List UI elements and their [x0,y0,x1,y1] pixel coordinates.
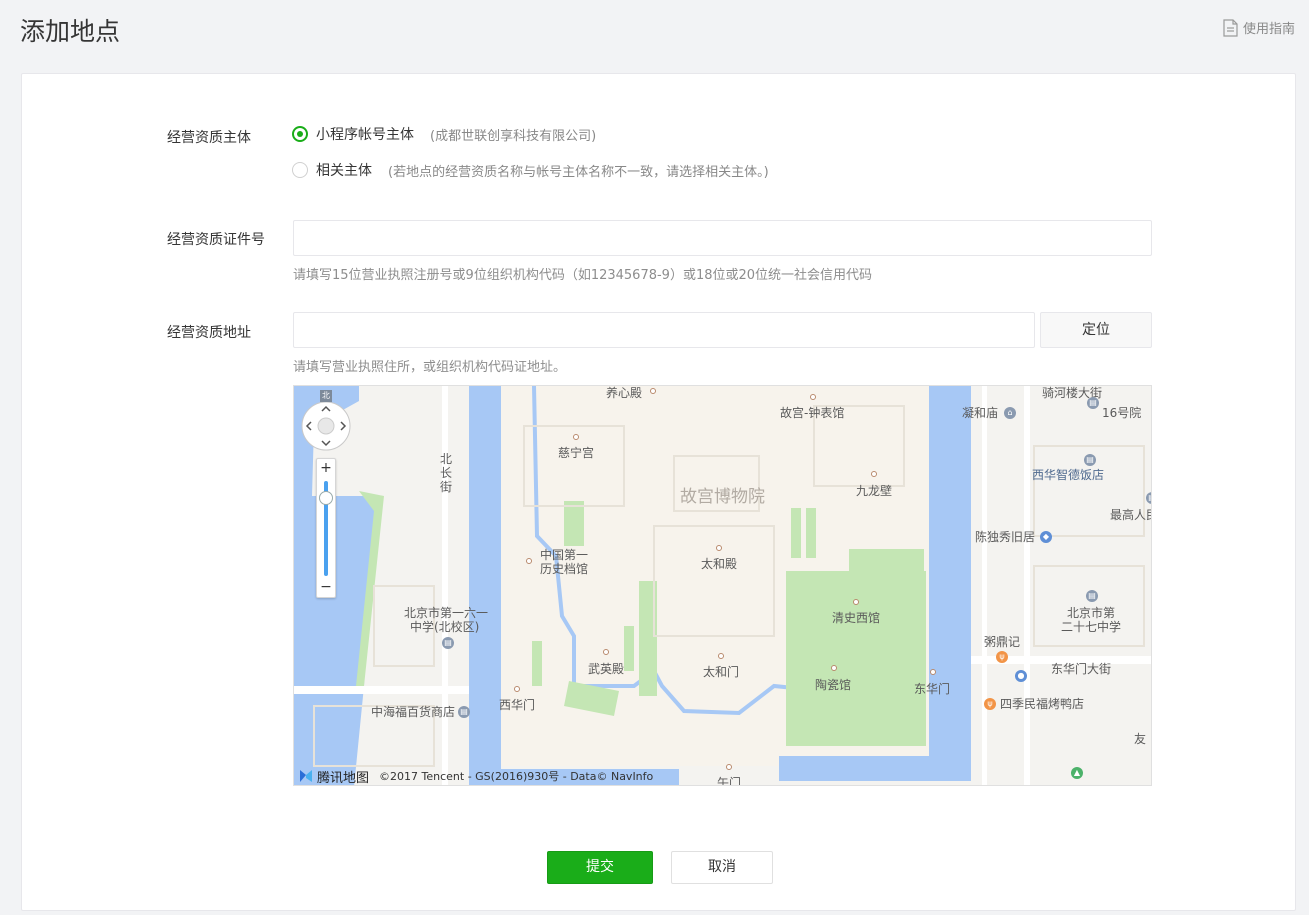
poi-dot [573,434,579,440]
poi-dot [853,599,859,605]
map-zoom-control[interactable]: + − [316,458,336,598]
poi-label[interactable]: 太和殿 [701,557,737,571]
poi-label[interactable]: 中海福百货商店 [371,705,455,719]
poi-label[interactable]: 陈独秀旧居 [975,530,1035,544]
poi-label[interactable]: 最高人民 [1110,508,1151,522]
radio-related-entity-label: 相关主体 [316,163,372,179]
school-icon: ▤ [442,637,454,649]
bus-stop-icon: ● [1015,670,1027,682]
poi-label[interactable]: 慈宁宫 [558,446,594,460]
map-view[interactable]: 养心殿 故宫-钟表馆 凝和庙 ⌂ 骑河楼大街 ▤ 16号院 慈宁宫 故宫博物院 … [293,385,1152,786]
form-card: 经营资质主体 小程序帐号主体 (成都世联创享科技有限公司) 相关主体 (若地点的… [21,73,1296,911]
radio-account-entity-note: (成都世联创享科技有限公司) [430,128,597,144]
poi-label[interactable]: 东华门 [914,682,950,696]
page-title: 添加地点 [20,17,121,46]
school-icon: ▤ [1086,590,1098,602]
poi-dot [526,558,532,564]
poi-dot [514,686,520,692]
poi-label[interactable]: 粥鼎记 [984,635,1020,649]
poi-label[interactable]: 历史档馆 [540,562,588,576]
building-icon: ▤ [1087,397,1099,409]
map-footer: 腾讯地图 ©2017 Tencent - GS(2016)930号 - Data… [294,767,1151,785]
poi-dot [930,669,936,675]
entity-label: 经营资质主体 [167,130,251,146]
radio-unchecked-icon[interactable] [292,162,308,178]
restaurant-icon: ψ [984,698,996,710]
locate-button[interactable]: 定位 [1040,312,1152,348]
poi-dot [718,653,724,659]
restaurant-icon: ψ [996,651,1008,663]
radio-account-entity[interactable]: 小程序帐号主体 (成都世联创享科技有限公司) [292,125,597,144]
document-icon [1223,18,1238,37]
building-icon: ▤ [1146,492,1151,504]
license-label: 经营资质证件号 [167,232,265,248]
poi-dot [810,394,816,400]
poi-dot [871,471,877,477]
poi-label[interactable]: 西华门 [499,698,535,712]
zoom-out-button[interactable]: − [317,579,335,595]
landmark-icon: ◆ [1040,531,1052,543]
poi-label[interactable]: 二十七中学 [1061,620,1121,634]
shop-icon: ▤ [458,706,470,718]
tencent-map-logo-text: 腾讯地图 [317,770,370,786]
poi-dot [603,649,609,655]
poi-label[interactable]: 太和门 [703,665,739,679]
poi-label[interactable]: 东华门大街 [1051,662,1111,676]
poi-label[interactable]: 九龙壁 [856,484,892,498]
map-background [294,386,1151,785]
guide-link[interactable]: 使用指南 [1223,18,1295,37]
poi-label[interactable]: 清史西馆 [832,611,880,625]
poi-dot [716,545,722,551]
radio-related-entity[interactable]: 相关主体 (若地点的经营资质名称与帐号主体名称不一致，请选择相关主体。) [292,161,769,180]
poi-label-landmark[interactable]: 故宫博物院 [680,489,765,506]
temple-icon: ⌂ [1004,407,1016,419]
poi-label[interactable]: 友 [1134,732,1146,746]
page-header: 添加地点 使用指南 [0,0,1309,72]
poi-label[interactable]: 北京市第一六一 [404,606,488,620]
cancel-button[interactable]: 取消 [671,851,773,884]
radio-account-entity-label: 小程序帐号主体 [316,127,414,143]
address-hint: 请填写营业执照住所，或组织机构代码证地址。 [293,360,567,375]
poi-label[interactable]: 北京市第 [1067,606,1115,620]
radio-related-entity-note: (若地点的经营资质名称与帐号主体名称不一致，请选择相关主体。) [388,164,769,180]
map-pan-control[interactable] [301,401,351,451]
compass-north-icon: 北 [320,390,332,402]
zoom-in-button[interactable]: + [317,460,335,476]
tencent-map-logo[interactable]: 腾讯地图 [298,767,370,786]
poi-label[interactable]: 16号院 [1102,406,1141,420]
poi-label[interactable]: 养心殿 [606,386,642,400]
poi-dot [831,665,837,671]
poi-label[interactable]: 四季民福烤鸭店 [1000,697,1084,711]
poi-label[interactable]: 凝和庙 [962,406,998,420]
poi-label[interactable]: 陶瓷馆 [815,678,851,692]
poi-dot [650,388,656,394]
poi-label-vertical[interactable]: 北长街 [440,452,452,494]
license-hint: 请填写15位营业执照注册号或9位组织机构代码（如12345678-9）或18位或… [293,268,873,283]
tencent-map-logo-icon [300,770,312,782]
address-label: 经营资质地址 [167,325,251,341]
submit-button[interactable]: 提交 [547,851,653,884]
map-copyright: ©2017 Tencent - GS(2016)930号 - Data© Nav… [379,770,654,783]
zoom-slider-handle[interactable] [319,490,333,505]
guide-link-label: 使用指南 [1242,22,1295,37]
poi-label[interactable]: 中国第一 [540,548,588,562]
poi-label[interactable]: 武英殿 [588,662,624,676]
address-input[interactable] [293,312,1035,348]
poi-label[interactable]: 中学(北校区) [410,620,479,634]
poi-label[interactable]: 西华智德饭店 [1032,468,1104,482]
license-input[interactable] [293,220,1152,256]
hotel-icon: ▤ [1084,454,1096,466]
radio-checked-icon[interactable] [292,126,308,142]
poi-label[interactable]: 故宫-钟表馆 [780,406,844,420]
